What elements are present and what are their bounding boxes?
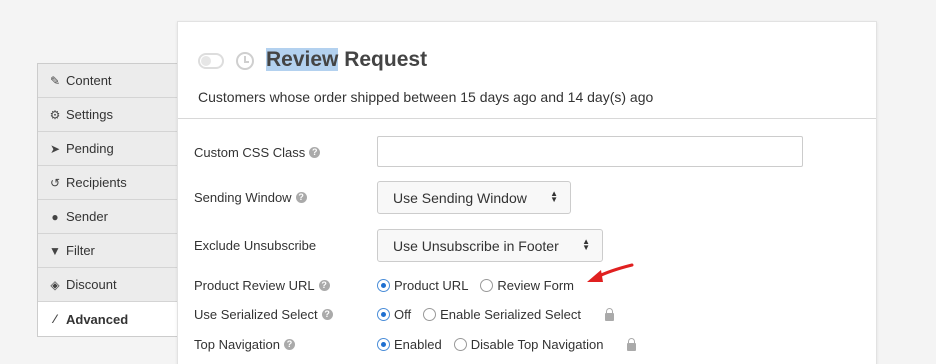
tab-label: Discount — [66, 277, 117, 292]
top-navigation-row: Top Navigation ? — [194, 337, 295, 352]
clock-icon — [236, 52, 254, 70]
tab-label: Pending — [66, 141, 114, 156]
help-icon[interactable]: ? — [318, 280, 330, 291]
tab-label: Settings — [66, 107, 113, 122]
exclude-unsubscribe-label: Exclude Unsubscribe — [194, 238, 317, 253]
sending-window-value: Use Sending Window — [393, 189, 527, 206]
option-enabled[interactable]: Enabled — [377, 337, 442, 352]
product-review-url-options: Product URL Review Form — [377, 278, 586, 293]
option-off[interactable]: Off — [377, 307, 411, 322]
css-class-label: Custom CSS Class — [194, 145, 306, 160]
title-highlight: Review — [266, 48, 339, 71]
option-enable-serialized-select[interactable]: Enable Serialized Select — [423, 307, 581, 322]
option-label: Off — [394, 307, 412, 322]
paper-plane-icon: ➤ — [49, 141, 61, 156]
radio-off[interactable] — [377, 308, 390, 321]
css-class-input[interactable] — [377, 136, 803, 167]
radio-enabled[interactable] — [377, 338, 390, 351]
option-product-url[interactable]: Product URL — [377, 278, 468, 293]
option-label: Product URL — [394, 278, 469, 293]
tab-content[interactable]: ✎ Content — [38, 64, 177, 98]
css-class-row: Custom CSS Class ? — [194, 145, 321, 160]
help-icon[interactable]: ? — [284, 339, 295, 350]
user-icon: ● — [51, 209, 59, 224]
tab-recipients[interactable]: ↺ Recipients — [38, 166, 177, 200]
history-icon: ↺ — [49, 175, 61, 190]
top-navigation-label: Top Navigation — [194, 337, 280, 352]
product-review-url-row: Product Review URL ? — [194, 278, 330, 293]
exclude-unsubscribe-select[interactable]: Use Unsubscribe in Footer ▲ ▼ — [377, 229, 603, 262]
radio-product-url[interactable] — [377, 279, 390, 292]
option-label: Enabled — [394, 337, 442, 352]
serialized-select-options: Off Enable Serialized Select — [377, 307, 615, 322]
option-label: Review Form — [497, 278, 574, 293]
serialized-select-label: Use Serialized Select — [194, 307, 318, 322]
tab-discount[interactable]: ◈ Discount — [38, 268, 177, 302]
option-review-form[interactable]: Review Form — [480, 278, 574, 293]
help-icon[interactable]: ? — [309, 147, 321, 158]
annotation-arrow-icon — [587, 263, 634, 282]
updown-icon: ▲ ▼ — [550, 189, 558, 204]
page-title: Review Request — [266, 48, 427, 72]
tab-label: Content — [66, 73, 112, 88]
tab-settings[interactable]: ⚙ Settings — [38, 98, 177, 132]
tab-label: Advanced — [66, 311, 129, 327]
product-review-url-label: Product Review URL — [194, 278, 315, 293]
tab-label: Recipients — [66, 175, 127, 190]
sending-window-label: Sending Window — [194, 190, 292, 205]
option-label: Enable Serialized Select — [440, 307, 582, 322]
radio-review-form[interactable] — [480, 279, 494, 292]
filter-icon: ▼ — [49, 243, 61, 258]
tab-label: Sender — [66, 209, 108, 224]
top-navigation-options: Enabled Disable Top Navigation — [377, 337, 637, 352]
option-label: Disable Top Navigation — [470, 337, 604, 352]
tag-icon: ◈ — [50, 277, 60, 292]
help-icon[interactable]: ? — [295, 192, 307, 203]
sending-window-row: Sending Window ? — [194, 190, 307, 205]
radio-disable-top-navigation[interactable] — [453, 338, 467, 351]
serialized-select-row: Use Serialized Select ? — [194, 307, 333, 322]
tab-pending[interactable]: ➤ Pending — [38, 132, 177, 166]
help-icon[interactable]: ? — [321, 309, 333, 320]
tab-advanced[interactable]: ⁄ Advanced — [38, 302, 177, 336]
card-header: Review Request Customers whose order shi… — [178, 22, 876, 119]
settings-card: Review Request Customers whose order shi… — [177, 21, 877, 364]
exclude-unsubscribe-row: Exclude Unsubscribe — [194, 238, 316, 253]
edit-icon: ✎ — [49, 73, 61, 88]
magic-wand-icon: ⁄ — [53, 312, 56, 326]
exclude-unsubscribe-value: Use Unsubscribe in Footer — [393, 237, 559, 254]
page-subtitle: Customers whose order shipped between 15… — [198, 89, 654, 105]
enable-toggle[interactable] — [198, 53, 224, 69]
tab-filter[interactable]: ▼ Filter — [38, 234, 177, 268]
tab-label: Filter — [66, 243, 95, 258]
title-rest: Request — [338, 48, 428, 71]
radio-enable-serialized-select[interactable] — [423, 308, 437, 321]
sending-window-select[interactable]: Use Sending Window ▲ ▼ — [377, 181, 571, 214]
sidebar-tabs: ✎ Content ⚙ Settings ➤ Pending ↺ Recipie… — [37, 63, 177, 337]
lock-icon — [605, 307, 615, 321]
tab-sender[interactable]: ● Sender — [38, 200, 177, 234]
updown-icon: ▲ ▼ — [582, 237, 590, 252]
gear-icon: ⚙ — [49, 107, 61, 122]
option-disable-top-navigation[interactable]: Disable Top Navigation — [453, 337, 604, 352]
lock-icon — [627, 337, 637, 351]
